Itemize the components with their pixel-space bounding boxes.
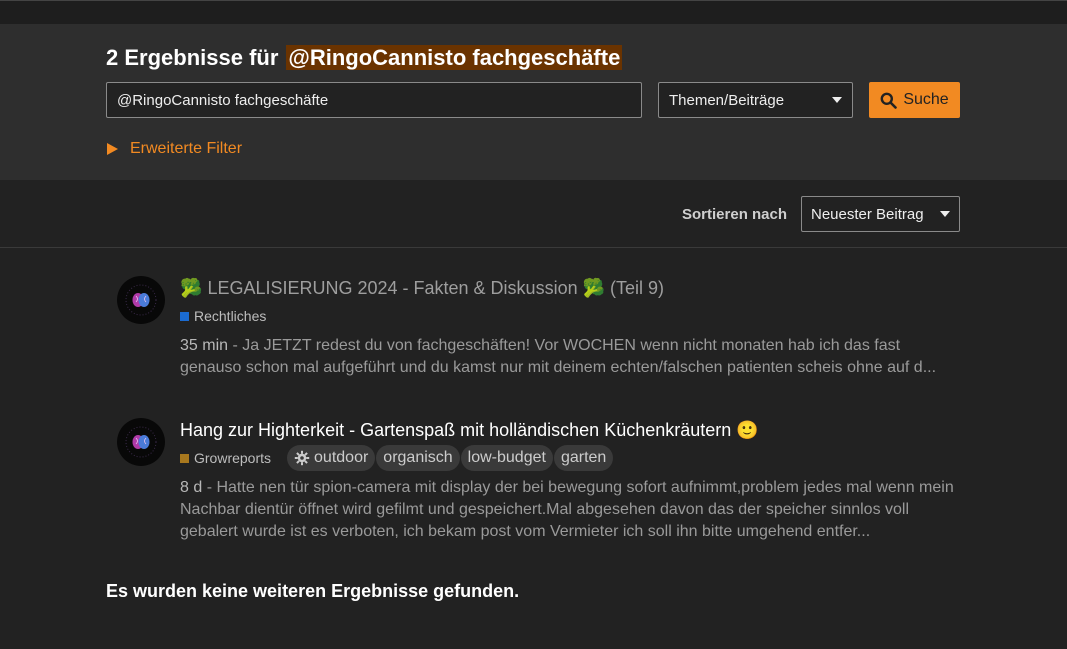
brain-logo-icon [125,426,157,458]
sort-select-value: Neuester Beitrag [811,205,924,223]
broccoli-emoji-icon: 🥦 [180,278,203,298]
avatar[interactable] [117,276,165,324]
avatar[interactable] [117,418,165,466]
tag-label: garten [560,449,607,466]
no-more-results-message: Es wurden keine weiteren Ergebnisse gefu… [106,581,520,601]
scope-select[interactable]: Themen/Beiträge [658,82,853,118]
result-title-link[interactable]: Hang zur Highterkeit - Gartenspaß mit ho… [180,418,970,442]
sort-label: Sortieren nach [682,206,788,223]
post-age[interactable]: 8 d [180,479,202,496]
chevron-down-icon [832,97,842,103]
category-color-square [180,453,189,463]
result-title: LEGALISIERUNG 2024 - Fakten & Diskussion [207,278,578,298]
tag-label: organisch [383,449,453,466]
page-title: 2 Ergebnisse für @RingoCannisto fachgesch… [106,44,623,72]
sort-bar: Sortieren nach Neuester Beitrag [0,180,1067,248]
result-excerpt: 35 min - Ja JETZT redest du von fachgesc… [180,337,937,376]
sort-select[interactable]: Neuester Beitrag [801,196,960,232]
gear-icon [294,450,310,466]
result-excerpt: 8 d - Hatte nen tür spion-camera mit dis… [180,479,954,540]
excerpt-text: Hatte nen tür spion-camera mit display d… [180,479,954,540]
search-icon [880,92,898,109]
excerpt-text: Ja JETZT redest du von fachgeschäften! V… [180,337,937,376]
search-button[interactable]: Suche [869,82,960,118]
broccoli-emoji-icon: 🥦 [582,278,606,298]
chevron-down-icon [940,211,950,217]
advanced-filter-label: Erweiterte Filter [130,140,243,157]
search-panel: 2 Ergebnisse für @RingoCannisto fachgesch… [0,24,1067,180]
post-age[interactable]: 35 min [180,337,228,354]
brain-logo-icon [125,284,157,316]
tag-label: low-budget [467,449,546,466]
category-badge[interactable]: Rechtliches [180,308,266,324]
tag-garten[interactable]: garten [553,445,614,471]
category-color-square [180,311,189,321]
tag-organisch[interactable]: organisch [376,445,460,471]
category-badge[interactable]: Growreports [180,450,271,466]
smile-emoji-icon: 🙂 [736,420,759,440]
advanced-filter-toggle[interactable]: Erweiterte Filter [107,140,242,158]
search-button-label: Suche [903,91,949,108]
search-input[interactable] [106,82,642,118]
scope-select-value: Themen/Beiträge [669,91,785,109]
top-bar [0,0,1067,24]
result-title-link[interactable]: 🥦 LEGALISIERUNG 2024 - Fakten & Diskussi… [180,276,970,300]
query-highlight: @RingoCannisto fachgeschäfte [286,45,623,70]
category-name: Rechtliches [194,308,267,324]
tag-low-budget[interactable]: low-budget [460,445,553,471]
tag-outdoor[interactable]: outdoor [287,445,376,471]
category-name: Growreports [194,450,272,466]
result-title: Hang zur Highterkeit - Gartenspaß mit ho… [180,420,732,440]
triangle-right-icon [107,143,118,155]
result-title-part: (Teil 9) [610,278,665,298]
result-count: 2 Ergebnisse für [106,45,279,70]
tag-label: outdoor [314,449,369,466]
